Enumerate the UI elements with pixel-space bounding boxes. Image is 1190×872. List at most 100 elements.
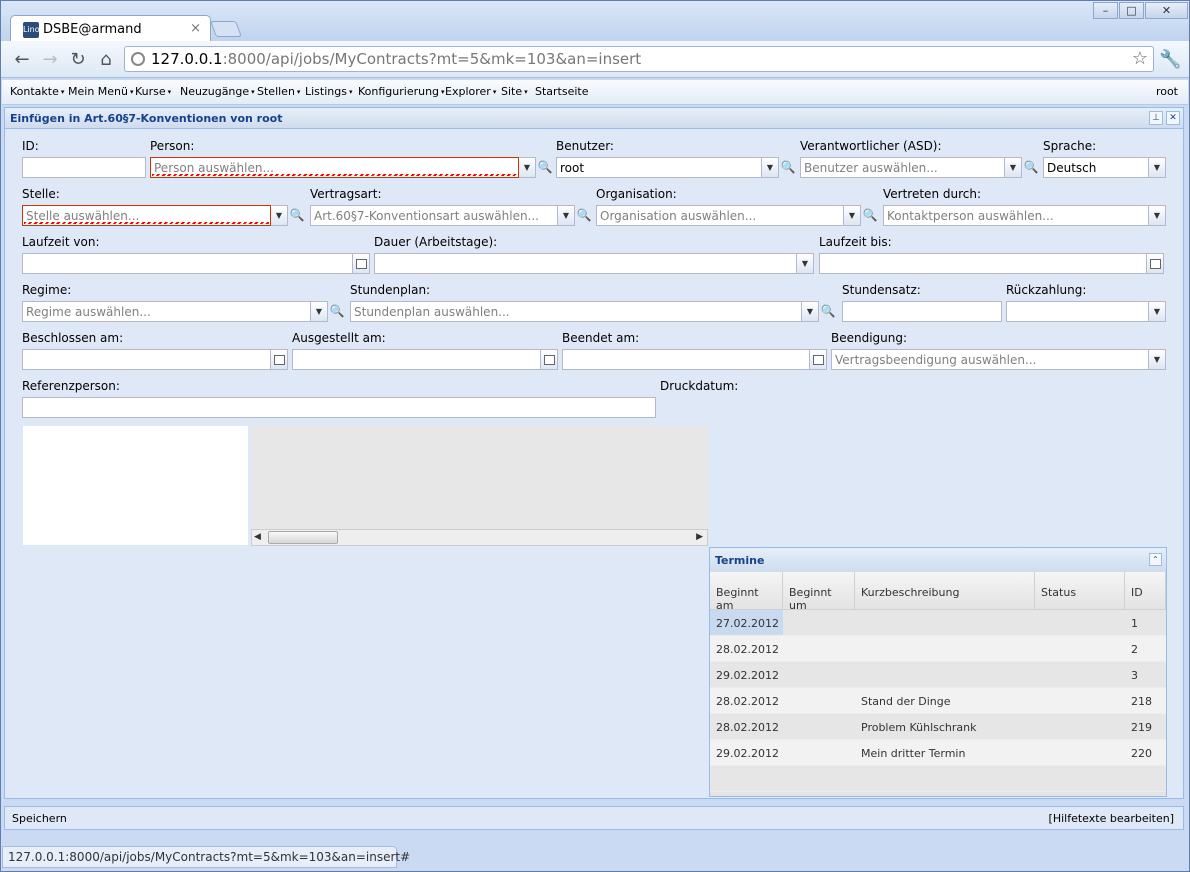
chevron-down-icon[interactable]: ▼ xyxy=(311,301,328,322)
chevron-down-icon[interactable]: ▼ xyxy=(558,205,575,226)
sprache-combo[interactable]: Deutsch xyxy=(1043,157,1149,178)
stundensatz-field[interactable] xyxy=(842,301,1002,322)
table-row[interactable]: 29.02.2012 3 xyxy=(710,662,1166,688)
calendar-icon[interactable] xyxy=(810,349,827,370)
home-icon[interactable]: ⌂ xyxy=(95,49,117,71)
beendet-field[interactable] xyxy=(562,349,810,370)
calendar-icon[interactable] xyxy=(353,253,370,274)
search-icon[interactable]: 🔍 xyxy=(819,301,837,322)
close-tab-icon[interactable]: × xyxy=(190,21,201,36)
benutzer-combo[interactable]: root xyxy=(556,157,762,178)
scroll-right-icon[interactable]: ▶ xyxy=(696,532,703,542)
col-header-status[interactable]: Status xyxy=(1035,572,1125,610)
asd-combo[interactable]: Benutzer auswählen... xyxy=(800,157,1005,178)
search-icon[interactable]: 🔍 xyxy=(1022,157,1040,178)
table-row[interactable]: 28.02.2012 Problem Kühlschrank 219 xyxy=(710,714,1166,740)
address-bar[interactable]: 127.0.0.1:8000/api/jobs/MyContracts?mt=5… xyxy=(124,46,1154,72)
table-cell: 28.02.2012 xyxy=(716,643,779,656)
beschlossen-field[interactable] xyxy=(22,349,271,370)
referenzperson-field[interactable] xyxy=(22,397,656,418)
menu-kurse[interactable]: Kurse ▾ xyxy=(135,85,171,98)
chevron-down-icon[interactable]: ▼ xyxy=(519,157,536,178)
beschlossen-label: Beschlossen am: xyxy=(22,331,124,345)
search-icon[interactable]: 🔍 xyxy=(536,157,554,178)
menu-startseite[interactable]: Startseite xyxy=(535,85,589,98)
table-row[interactable]: 27.02.2012 1 xyxy=(710,610,1166,636)
col-header-beginnt-um[interactable]: Beginnt um xyxy=(783,572,855,612)
calendar-icon[interactable] xyxy=(541,349,558,370)
menu-listings[interactable]: Listings ▾ xyxy=(305,85,353,98)
laufzeit-bis-field[interactable] xyxy=(819,253,1147,274)
horizontal-scrollbar[interactable]: ◀ ▶ xyxy=(251,529,708,546)
maximize-button[interactable]: □ xyxy=(1119,2,1144,19)
person-combo[interactable]: Person auswählen... xyxy=(150,157,519,178)
chevron-down-icon[interactable]: ▼ xyxy=(802,301,819,322)
close-panel-icon[interactable]: ✕ xyxy=(1166,111,1180,125)
chevron-down-icon[interactable]: ▼ xyxy=(1149,349,1166,370)
menu-konfigurierung[interactable]: Konfigurierung ▾ xyxy=(358,85,445,98)
chevron-down-icon[interactable]: ▼ xyxy=(1149,301,1166,322)
chevron-down-icon[interactable]: ▼ xyxy=(1005,157,1022,178)
pin-icon[interactable]: ⊥ xyxy=(1149,111,1163,125)
back-arrow-icon[interactable]: ← xyxy=(11,49,33,71)
collapse-icon[interactable]: ⌃ xyxy=(1149,553,1162,566)
search-icon[interactable]: 🔍 xyxy=(288,205,306,226)
vertreten-combo[interactable]: Kontaktperson auswählen... xyxy=(883,205,1149,226)
beendigung-label: Beendigung: xyxy=(831,331,908,345)
vertragsart-combo[interactable]: Art.60§7-Konventionsart auswählen... xyxy=(310,205,558,226)
new-tab-button[interactable] xyxy=(210,21,242,37)
table-row[interactable]: 29.02.2012 Mein dritter Termin 220 xyxy=(710,740,1166,766)
reload-icon[interactable]: ↻ xyxy=(67,49,89,71)
save-button[interactable]: Speichern xyxy=(12,812,67,825)
calendar-icon[interactable] xyxy=(271,349,288,370)
benutzer-label: Benutzer: xyxy=(556,139,614,153)
chevron-down-icon[interactable]: ▼ xyxy=(844,205,861,226)
menu-mein-menu[interactable]: Mein Menü ▾ xyxy=(68,85,134,98)
chevron-down-icon[interactable]: ▼ xyxy=(1149,205,1166,226)
menu-user[interactable]: root xyxy=(1156,85,1178,98)
calendar-icon[interactable] xyxy=(1147,253,1164,274)
table-cell: Mein dritter Termin xyxy=(861,747,966,760)
menu-stellen[interactable]: Stellen ▾ xyxy=(257,85,300,98)
table-row[interactable]: 28.02.2012 2 xyxy=(710,636,1166,662)
table-row[interactable]: 28.02.2012 Stand der Dinge 218 xyxy=(710,688,1166,714)
dauer-field[interactable] xyxy=(374,253,797,274)
col-header-id[interactable]: ID xyxy=(1125,572,1166,610)
help-texts-link[interactable]: [Hilfetexte bearbeiten] xyxy=(1049,812,1174,825)
search-icon[interactable]: 🔍 xyxy=(861,205,879,226)
laufzeit-von-field[interactable] xyxy=(22,253,353,274)
chevron-down-icon[interactable]: ▼ xyxy=(762,157,779,178)
forward-arrow-icon[interactable]: → xyxy=(39,49,61,71)
menu-kontakte[interactable]: Kontakte ▾ xyxy=(10,85,64,98)
minimize-button[interactable]: – xyxy=(1093,2,1118,19)
col-header-beginnt-am[interactable]: Beginnt am xyxy=(710,572,783,612)
wrench-icon[interactable]: 🔧 xyxy=(1159,49,1181,70)
beendigung-combo[interactable]: Vertragsbeendigung auswählen... xyxy=(831,349,1149,370)
bookmark-star-icon[interactable]: ☆ xyxy=(1132,48,1148,69)
browser-tab[interactable]: Lino DSBE@armand × xyxy=(10,15,211,43)
stundensatz-label: Stundensatz: xyxy=(842,283,921,297)
organisation-combo[interactable]: Organisation auswählen... xyxy=(596,205,844,226)
chevron-down-icon[interactable]: ▼ xyxy=(271,205,288,226)
asd-label: Verantwortlicher (ASD): xyxy=(800,139,942,153)
col-header-kurzbeschreibung[interactable]: Kurzbeschreibung xyxy=(855,572,1035,610)
id-field[interactable] xyxy=(22,157,146,178)
ausgestellt-field[interactable] xyxy=(292,349,541,370)
menu-neuzugaenge[interactable]: Neuzugänge ▾ xyxy=(180,85,255,98)
stelle-combo[interactable]: Stelle auswählen... xyxy=(22,205,271,226)
rueckzahlung-combo[interactable] xyxy=(1006,301,1149,322)
regime-combo[interactable]: Regime auswählen... xyxy=(22,301,311,322)
referenzperson-label: Referenzperson: xyxy=(22,379,120,393)
text-editor-area[interactable] xyxy=(23,426,248,545)
search-icon[interactable]: 🔍 xyxy=(779,157,797,178)
search-icon[interactable]: 🔍 xyxy=(575,205,593,226)
stundenplan-combo[interactable]: Stundenplan auswählen... xyxy=(350,301,802,322)
chevron-down-icon[interactable]: ▼ xyxy=(1149,157,1166,178)
menu-site[interactable]: Site ▾ xyxy=(501,85,528,98)
scroll-left-icon[interactable]: ◀ xyxy=(254,532,261,542)
close-window-button[interactable]: ✕ xyxy=(1145,2,1188,19)
menu-explorer[interactable]: Explorer ▾ xyxy=(445,85,496,98)
search-icon[interactable]: 🔍 xyxy=(328,301,346,322)
scroll-thumb[interactable] xyxy=(268,531,338,544)
chevron-down-icon[interactable]: ▼ xyxy=(797,253,814,274)
